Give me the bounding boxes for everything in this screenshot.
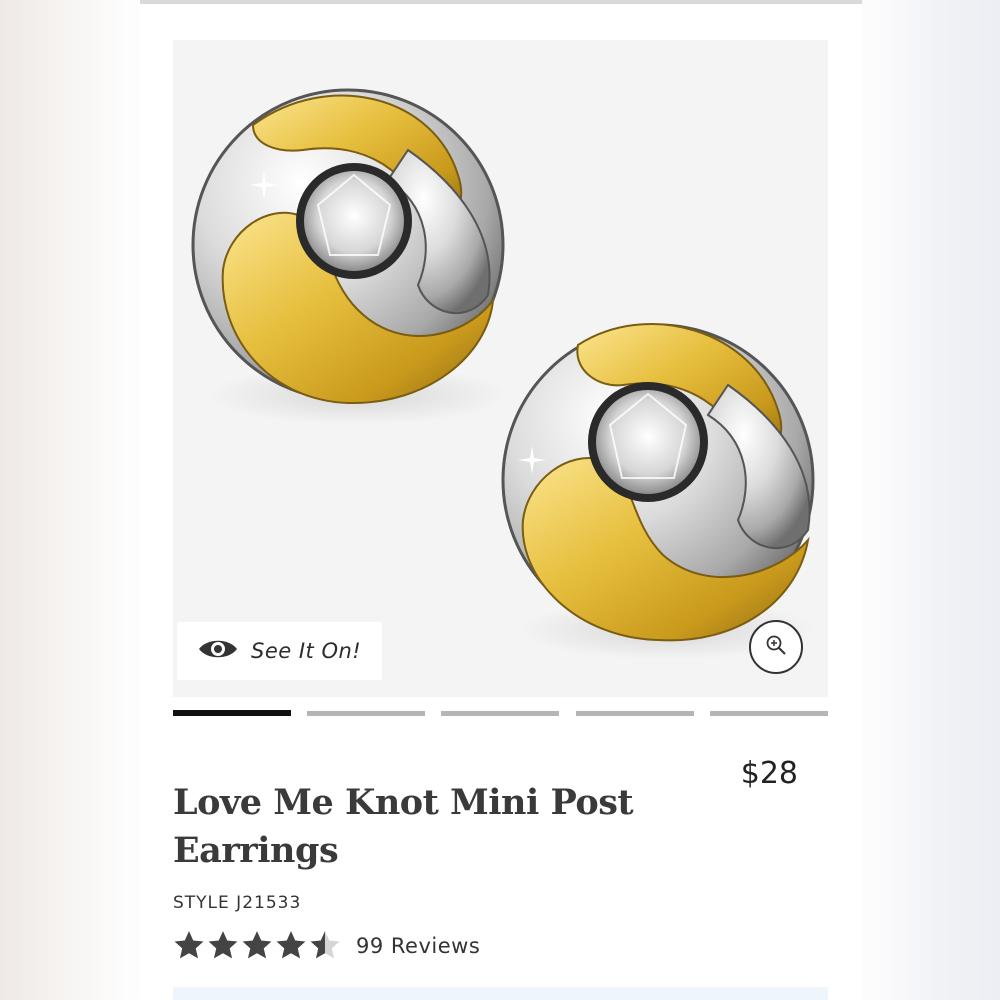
eye-icon [197, 636, 239, 667]
star-icon [208, 931, 238, 959]
pager-indicator-3[interactable] [441, 711, 559, 716]
product-rating[interactable]: 99 Reviews [172, 929, 480, 962]
see-it-on-button[interactable]: See It On! [177, 622, 382, 680]
promo-banner [173, 987, 828, 1000]
zoom-in-icon [765, 634, 787, 661]
star-icon [242, 931, 272, 959]
earrings-image [191, 88, 818, 660]
product-image[interactable]: See It On! [173, 40, 828, 697]
product-card: See It On! $28 Love Me Knot Mini Post Ea… [140, 0, 862, 1000]
pager-indicator-5[interactable] [710, 711, 828, 716]
star-icon [174, 931, 204, 959]
reviews-link[interactable]: 99 Reviews [356, 934, 480, 958]
star-half-icon [310, 931, 340, 959]
zoom-button[interactable] [749, 620, 803, 674]
see-it-on-label: See It On! [251, 639, 362, 663]
pager-indicator-2[interactable] [307, 711, 425, 716]
image-pager [173, 710, 828, 716]
product-title: Love Me Knot Mini Post Earrings [173, 782, 634, 871]
style-number: STYLE J21533 [173, 893, 302, 913]
product-price: $28 [740, 756, 798, 791]
pager-indicator-4[interactable] [576, 711, 694, 716]
rating-stars [172, 929, 342, 962]
star-icon [276, 931, 306, 959]
pager-indicator-1[interactable] [173, 710, 291, 716]
